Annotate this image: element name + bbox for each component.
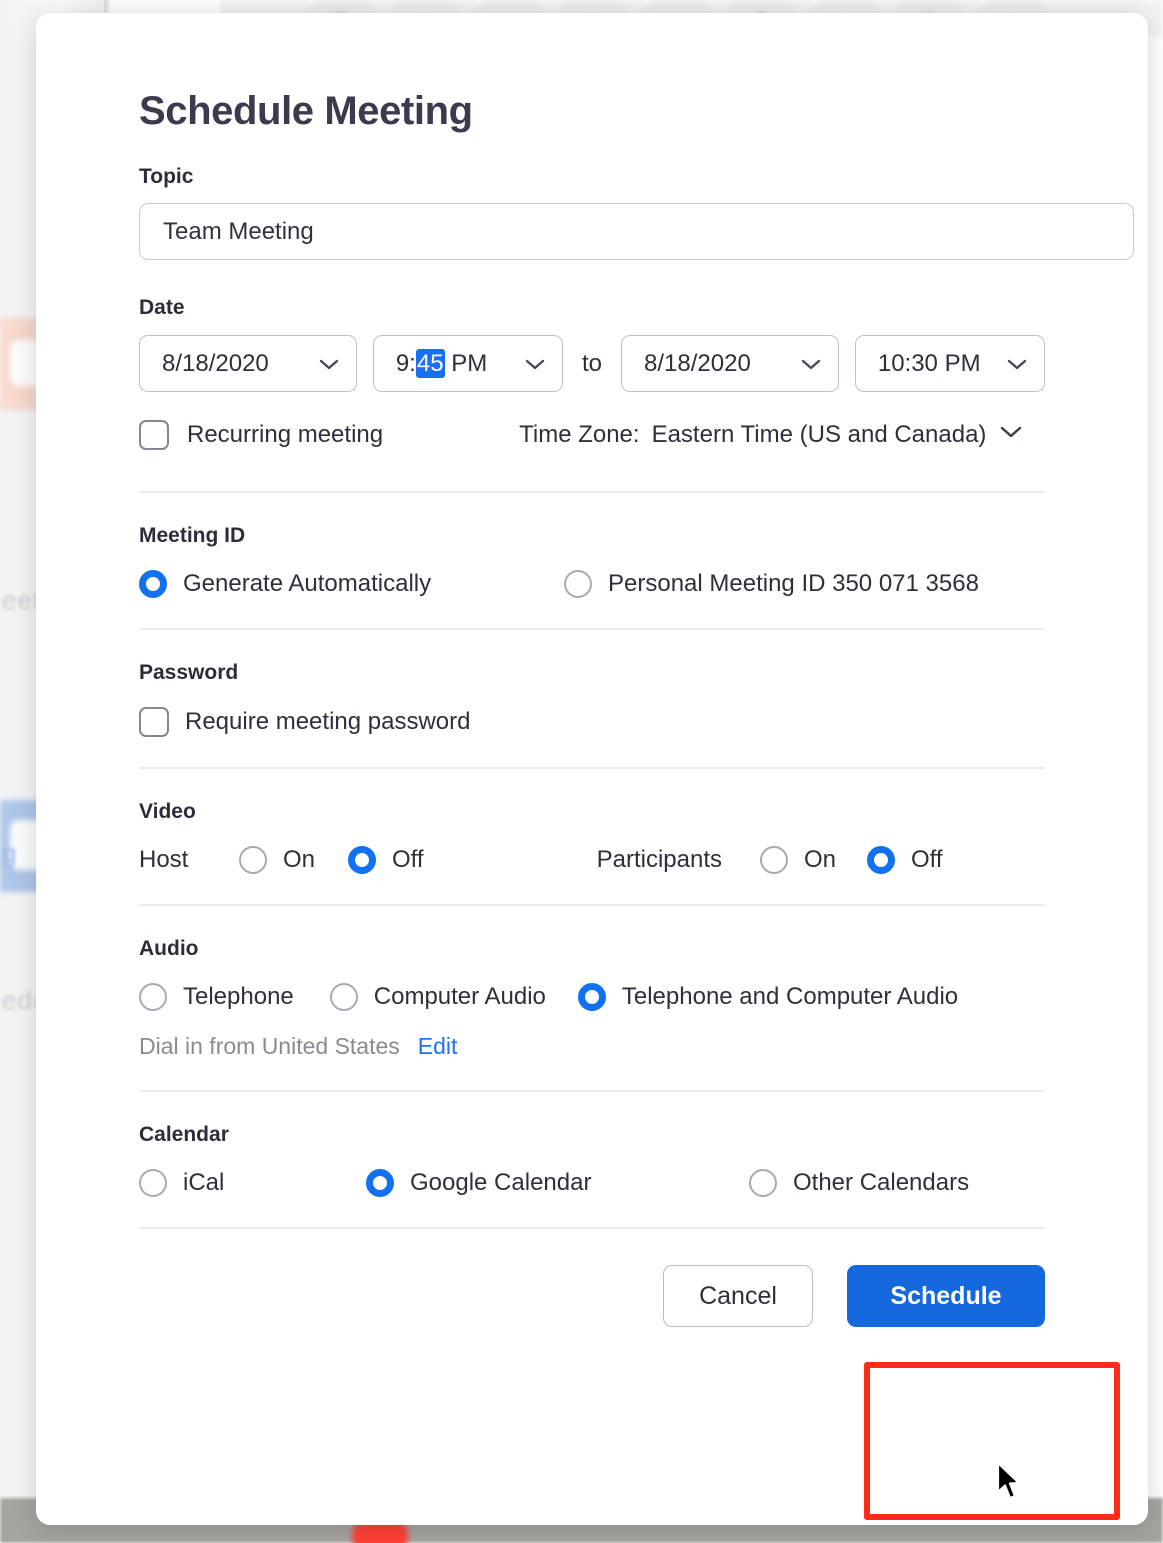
calendar-section: Calendar iCal Google Calendar Other Cale… xyxy=(139,1092,1045,1227)
meeting-id-option-personal[interactable]: Personal Meeting ID 350 071 3568 xyxy=(564,570,979,598)
video-host-off[interactable]: Off xyxy=(348,846,424,874)
video-participants-on[interactable]: On xyxy=(759,846,836,874)
radio-icon xyxy=(348,846,377,874)
radio-icon xyxy=(329,983,358,1011)
schedule-button-wrapper: Schedule xyxy=(847,1265,1045,1327)
topic-label: Topic xyxy=(139,165,194,188)
require-password-checkbox[interactable] xyxy=(139,707,169,737)
password-section: Password Require meeting password xyxy=(139,630,1045,767)
dialog-footer: Cancel Schedule xyxy=(139,1229,1045,1327)
radio-icon xyxy=(139,570,167,598)
audio-option-label: Computer Audio xyxy=(373,983,546,1010)
dial-in-row: Dial in from United States Edit xyxy=(139,1033,1045,1060)
video-participants-on-label: On xyxy=(803,846,836,873)
start-time-period: PM xyxy=(444,349,488,377)
schedule-meeting-dialog: Schedule Meeting Topic Date 8/18/2020 9:… xyxy=(36,13,1148,1525)
background-text-fragment: g xyxy=(2,838,18,868)
chevron-down-icon xyxy=(525,350,545,378)
calendar-option-label: Other Calendars xyxy=(793,1169,970,1196)
recurring-meeting-checkbox[interactable] xyxy=(139,420,169,450)
calendar-option-other[interactable]: Other Calendars xyxy=(749,1169,969,1197)
start-time-minute-selected[interactable]: 45 xyxy=(415,348,445,378)
radio-icon xyxy=(139,1169,167,1197)
calendar-option-ical[interactable]: iCal xyxy=(139,1169,366,1197)
video-label: Video xyxy=(139,800,196,823)
require-password-label: Require meeting password xyxy=(185,708,471,735)
timezone-select[interactable]: Time Zone: Eastern Time (US and Canada) xyxy=(519,421,1022,449)
video-host-on-label: On xyxy=(283,846,316,873)
end-time-value: 10:30 PM xyxy=(877,349,981,377)
dial-in-text: Dial in from United States xyxy=(139,1033,400,1059)
meeting-id-option-label: Personal Meeting ID 350 071 3568 xyxy=(608,570,979,597)
topic-input[interactable] xyxy=(139,203,1134,260)
mouse-cursor xyxy=(996,1461,1022,1502)
radio-icon xyxy=(759,846,788,874)
calendar-options: iCal Google Calendar Other Calendars xyxy=(139,1169,1045,1197)
to-label: to xyxy=(582,349,603,377)
chevron-down-icon xyxy=(1007,350,1027,378)
start-time-select[interactable]: 9:45 PM xyxy=(372,335,563,392)
radio-icon xyxy=(366,1169,394,1197)
chevron-down-icon xyxy=(319,350,339,378)
audio-option-label: Telephone xyxy=(183,983,294,1010)
end-date-value: 8/18/2020 xyxy=(644,349,751,377)
start-date-value: 8/18/2020 xyxy=(162,349,269,377)
chevron-down-icon xyxy=(1000,426,1022,444)
audio-section: Audio Telephone Computer Audio Telephone… xyxy=(139,906,1045,1090)
password-option-row: Require meeting password xyxy=(139,707,1045,737)
audio-option-label: Telephone and Computer Audio xyxy=(621,983,959,1010)
meeting-id-option-label: Generate Automatically xyxy=(183,570,432,597)
video-host-label: Host xyxy=(139,846,189,873)
calendar-label: Calendar xyxy=(139,1123,229,1146)
topic-section: Topic xyxy=(139,165,1134,260)
date-label: Date xyxy=(139,296,185,319)
video-participants-off-label: Off xyxy=(911,846,943,873)
end-time-select[interactable]: 10:30 PM xyxy=(854,335,1046,392)
meeting-id-label: Meeting ID xyxy=(139,524,246,547)
timezone-value: Eastern Time (US and Canada) xyxy=(651,421,987,448)
audio-option-both[interactable]: Telephone and Computer Audio xyxy=(577,983,959,1011)
meeting-id-options: Generate Automatically Personal Meeting … xyxy=(139,570,1045,598)
start-time-hour: 9: xyxy=(395,349,416,377)
radio-icon xyxy=(867,846,895,874)
date-time-row: 8/18/2020 9:45 PM to 8/18/2020 10:30 PM xyxy=(139,335,1046,392)
video-host-on[interactable]: On xyxy=(239,846,315,874)
video-options: Host On Off Participants On Off xyxy=(139,846,1045,874)
dial-in-edit-link[interactable]: Edit xyxy=(418,1033,458,1060)
calendar-option-google[interactable]: Google Calendar xyxy=(366,1169,749,1197)
audio-label: Audio xyxy=(139,937,199,960)
recurring-meeting-label: Recurring meeting xyxy=(187,421,384,448)
radio-icon xyxy=(749,1169,777,1197)
radio-icon xyxy=(239,846,267,874)
cancel-button[interactable]: Cancel xyxy=(663,1265,813,1327)
password-label: Password xyxy=(139,661,239,684)
radio-icon xyxy=(564,570,592,598)
audio-option-telephone[interactable]: Telephone xyxy=(139,983,294,1011)
start-time-value: 9:45 PM xyxy=(395,348,488,378)
radio-icon xyxy=(577,983,606,1011)
meeting-id-option-generate[interactable]: Generate Automatically xyxy=(139,570,564,598)
calendar-option-label: Google Calendar xyxy=(410,1169,592,1196)
schedule-button[interactable]: Schedule xyxy=(847,1265,1045,1327)
dialog-title: Schedule Meeting xyxy=(139,89,473,133)
start-date-select[interactable]: 8/18/2020 xyxy=(139,335,358,392)
end-date-select[interactable]: 8/18/2020 xyxy=(621,335,840,392)
date-section: Date 8/18/2020 9:45 PM to 8/18/2020 10:3… xyxy=(139,296,1046,450)
timezone-label: Time Zone: xyxy=(519,421,640,448)
video-participants-off[interactable]: Off xyxy=(867,846,943,874)
screen: ▥ ▭ ▬ ▭ — ⇞ ⌂ ▢ ⌕ eet g edu Schedule Mee… xyxy=(0,0,1163,1543)
radio-icon xyxy=(139,983,167,1011)
calendar-option-label: iCal xyxy=(183,1169,225,1196)
video-participants-label: Participants xyxy=(596,846,722,873)
recurring-timezone-row: Recurring meeting Time Zone: Eastern Tim… xyxy=(139,420,1045,450)
meeting-id-section: Meeting ID Generate Automatically Person… xyxy=(139,493,1045,628)
chevron-down-icon xyxy=(801,350,821,378)
video-host-off-label: Off xyxy=(392,846,424,873)
audio-options: Telephone Computer Audio Telephone and C… xyxy=(139,983,1045,1011)
video-section: Video Host On Off Participants On Off xyxy=(139,769,1045,904)
audio-option-computer[interactable]: Computer Audio xyxy=(329,983,546,1011)
